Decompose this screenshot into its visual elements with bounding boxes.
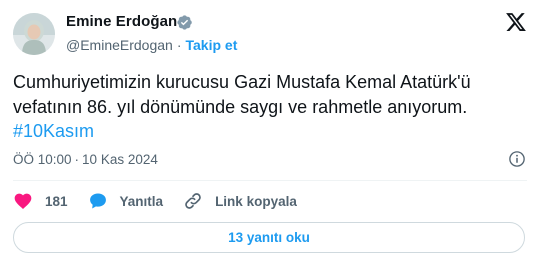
display-name[interactable]: Emine Erdoğan	[66, 13, 177, 30]
verified-badge-icon	[177, 15, 192, 30]
tweet-date[interactable]: 10 Kas 2024	[82, 152, 158, 167]
reply-label: Yanıtla	[119, 193, 164, 209]
copy-link-button[interactable]: Link kopyala	[183, 191, 297, 211]
meta-separator: ·	[74, 152, 80, 167]
read-replies-label: 13 yanıtı oku	[228, 230, 310, 245]
separator-dot: ·	[176, 37, 182, 53]
tweet-text: Cumhuriyetimizin kurucusu Gazi Mustafa K…	[13, 70, 528, 144]
link-icon	[185, 193, 201, 209]
x-logo-icon[interactable]	[505, 11, 527, 33]
hashtag-link[interactable]: #10Kasım	[13, 119, 528, 144]
like-count: 181	[45, 193, 68, 209]
handle-row: @EmineErdogan · Takip et	[66, 37, 237, 53]
tweet-body: Cumhuriyetimizin kurucusu Gazi Mustafa K…	[13, 72, 471, 117]
like-button[interactable]: 181	[13, 191, 68, 211]
reply-button[interactable]: Yanıtla	[88, 191, 164, 211]
avatar[interactable]	[13, 13, 55, 55]
read-replies-button[interactable]: 13 yanıtı oku	[13, 222, 525, 253]
info-icon[interactable]	[508, 150, 526, 168]
follow-button[interactable]: Takip et	[186, 37, 238, 53]
user-handle[interactable]: @EmineErdogan	[66, 37, 173, 53]
copy-link-label: Link kopyala	[215, 193, 297, 209]
tweet-card: Emine Erdoğan @EmineErdogan · Takip et Cum…	[0, 0, 537, 263]
avatar-image	[13, 13, 55, 55]
tweet-meta: ÖÖ 10:00 · 10 Kas 2024	[13, 152, 158, 167]
divider	[13, 180, 527, 181]
tweet-time[interactable]: ÖÖ 10:00	[13, 152, 72, 167]
action-bar: 181 Yanıtla Link kopyala	[13, 190, 317, 212]
speech-bubble-icon	[89, 193, 106, 209]
heart-icon	[14, 193, 32, 209]
